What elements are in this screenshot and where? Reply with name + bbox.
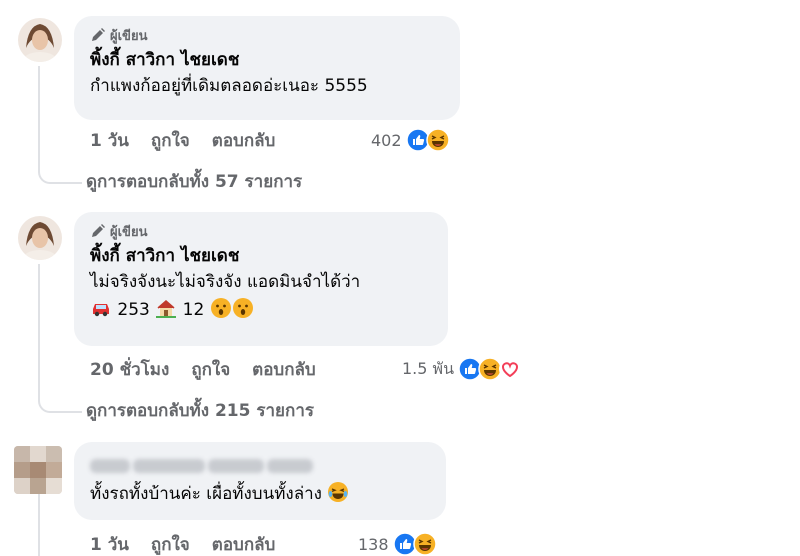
comment-text-line2: 253 12 — [90, 296, 432, 324]
car-count: 253 — [117, 300, 150, 320]
comment-bubble: ทั้งรถทั้งบ้านค่ะ เผื่อทั้งบนทั้งล่าง — [74, 442, 446, 520]
astonished-emoji-icon — [232, 298, 253, 318]
view-replies-link[interactable]: ดูการตอบกลับทั้ง 215 รายการ — [86, 397, 314, 425]
avatar[interactable] — [18, 216, 62, 260]
comment-author-blurred — [90, 452, 430, 480]
author-badge: ผู้เขียน — [90, 26, 444, 44]
like-button[interactable]: ถูกใจ — [151, 127, 190, 154]
thread-elbow-2 — [38, 399, 82, 413]
comment-text-content: ทั้งรถทั้งบ้านค่ะ เผื่อทั้งบนทั้งล่าง — [90, 484, 322, 504]
view-replies-link[interactable]: ดูการตอบกลับทั้ง 57 รายการ — [86, 168, 302, 196]
comment-author[interactable]: พิ้งกี้ สาวิกา ไชยเดช — [90, 48, 444, 72]
reaction-count: 1.5 พัน — [402, 358, 455, 378]
avatar-photo — [18, 216, 62, 260]
astonished-emoji-icon — [210, 298, 231, 318]
house-emoji-icon — [156, 300, 177, 318]
thread-elbow-1 — [38, 170, 82, 184]
haha-reaction-icon — [425, 128, 450, 152]
comment-author[interactable]: พิ้งกี้ สาวิกา ไชยเดช — [90, 244, 432, 268]
reaction-count: 138 — [358, 534, 389, 554]
comment-actions: 20 ชั่วโมง ถูกใจ ตอบกลับ — [90, 355, 338, 383]
author-badge: ผู้เขียน — [90, 222, 432, 240]
reaction-count: 402 — [371, 130, 402, 150]
like-button[interactable]: ถูกใจ — [191, 356, 230, 383]
thread-line-2 — [38, 264, 40, 399]
thread-line-1 — [38, 66, 40, 170]
comment-text: ทั้งรถทั้งบ้านค่ะ เผื่อทั้งบนทั้งล่าง — [90, 480, 430, 508]
avatar-photo — [18, 18, 62, 62]
thread-line-3 — [38, 494, 40, 556]
avatar-photo-blurred — [14, 446, 62, 494]
avatar[interactable] — [18, 18, 62, 62]
author-badge-label: ผู้เขียน — [110, 224, 148, 240]
comment-time[interactable]: 1 วัน — [90, 531, 129, 556]
reaction-summary[interactable]: 1.5 พัน — [402, 355, 522, 383]
pencil-icon — [92, 28, 105, 41]
like-button[interactable]: ถูกใจ — [151, 531, 190, 556]
comment-bubble: ผู้เขียน พิ้งกี้ สาวิกา ไชยเดช ไม่จริงจั… — [74, 212, 448, 346]
reaction-summary[interactable]: 402 — [371, 126, 450, 154]
love-reaction-icon — [499, 358, 522, 380]
reply-button[interactable]: ตอบกลับ — [252, 356, 316, 383]
haha-reaction-icon — [412, 532, 437, 556]
house-count: 12 — [182, 300, 205, 320]
comment-actions: 1 วัน ถูกใจ ตอบกลับ — [90, 530, 297, 556]
reply-button[interactable]: ตอบกลับ — [212, 127, 276, 154]
comment-time[interactable]: 1 วัน — [90, 127, 129, 154]
comment-bubble: ผู้เขียน พิ้งกี้ สาวิกา ไชยเดช กำแพงก้ออ… — [74, 16, 460, 120]
comment-text: ไม่จริงจังนะไม่จริงจัง แอดมินจำได้ว่า — [90, 272, 361, 292]
reaction-summary[interactable]: 138 — [358, 530, 437, 556]
author-badge-label: ผู้เขียน — [110, 28, 148, 44]
avatar[interactable] — [14, 446, 62, 494]
comment-actions: 1 วัน ถูกใจ ตอบกลับ — [90, 126, 297, 154]
car-emoji-icon — [93, 304, 109, 317]
tears-of-joy-emoji-icon — [328, 482, 349, 502]
reply-button[interactable]: ตอบกลับ — [212, 531, 276, 556]
pencil-icon — [92, 224, 105, 237]
comment-time[interactable]: 20 ชั่วโมง — [90, 356, 169, 383]
comment-text: กำแพงก้ออยู่ที่เดิมตลอดอ่ะเนอะ 5555 — [90, 76, 368, 96]
